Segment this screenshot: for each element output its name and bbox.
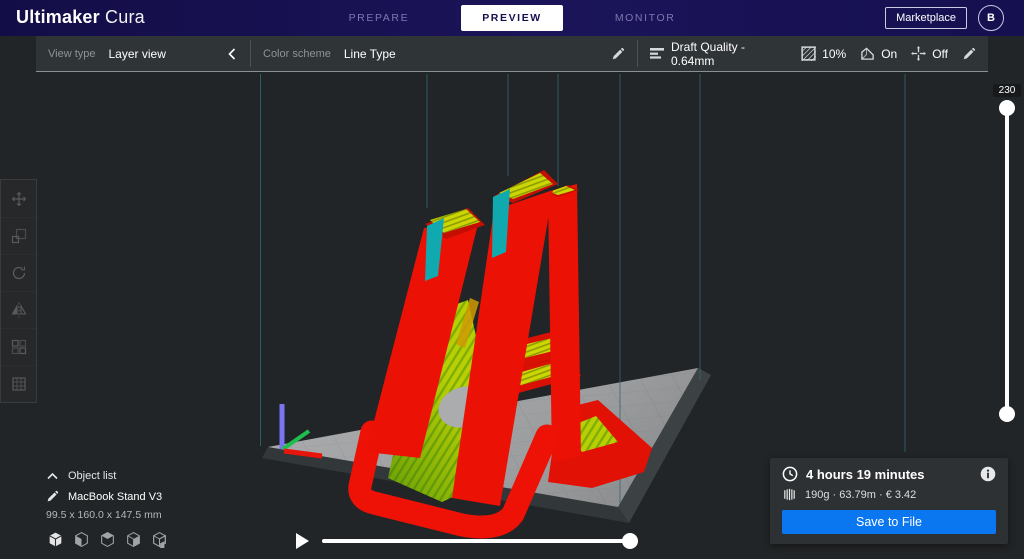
secondary-toolbar: View type Layer view Color scheme Line T…	[36, 36, 988, 72]
header-bar: Ultimaker Cura PREPARE PREVIEW MONITOR M…	[0, 0, 1024, 36]
view-left-icon[interactable]	[125, 531, 142, 548]
chevron-up-icon	[46, 471, 59, 481]
print-summary-panel: 4 hours 19 minutes 190g · 63.79m · € 3.4…	[770, 458, 1008, 544]
simulation-timeline	[296, 533, 630, 549]
infill-value: 10%	[822, 47, 846, 61]
tool-move[interactable]	[1, 180, 36, 217]
adhesion-icon	[911, 46, 926, 61]
object-panel: Object list MacBook Stand V3 99.5 x 160.…	[46, 465, 162, 521]
tab-prepare[interactable]: PREPARE	[335, 5, 424, 31]
chevron-left-icon[interactable]	[226, 47, 238, 61]
account-avatar[interactable]: B	[978, 5, 1004, 31]
profile-layers-icon	[650, 47, 665, 60]
material-estimate: 190g · 63.79m · € 3.42	[805, 489, 916, 501]
tool-support-blocker[interactable]	[1, 365, 36, 402]
profile-chip: Draft Quality - 0.64mm	[650, 40, 788, 68]
print-setup-summary[interactable]: Draft Quality - 0.64mm 10%	[638, 36, 988, 71]
object-name-row[interactable]: MacBook Stand V3	[46, 486, 162, 507]
view-type-label: View type	[48, 48, 96, 60]
tool-scale[interactable]	[1, 217, 36, 254]
adhesion-value: Off	[932, 47, 948, 61]
timeline-track[interactable]	[322, 539, 630, 543]
adhesion-chip: Off	[911, 46, 948, 61]
clock-icon	[782, 466, 798, 482]
print-time-estimate: 4 hours 19 minutes	[806, 467, 924, 482]
infill-icon	[801, 46, 816, 61]
color-scheme-label: Color scheme	[263, 48, 331, 60]
view-top-icon[interactable]	[99, 531, 116, 548]
view-right-icon[interactable]	[151, 531, 168, 548]
tool-per-model-settings[interactable]	[1, 328, 36, 365]
layer-slider-value: 230	[993, 84, 1021, 97]
layer-slider-lower-handle[interactable]	[999, 406, 1015, 422]
color-scheme-value: Line Type	[344, 47, 396, 61]
info-icon[interactable]	[980, 466, 996, 482]
save-to-file-button[interactable]: Save to File	[782, 510, 996, 534]
profile-value: Draft Quality - 0.64mm	[671, 40, 788, 68]
edit-pencil-icon[interactable]	[962, 47, 976, 61]
marketplace-button[interactable]: Marketplace	[885, 7, 967, 29]
object-list-toggle[interactable]: Object list	[46, 465, 162, 486]
support-value: On	[881, 47, 897, 61]
layer-slider-track[interactable]	[1005, 102, 1009, 414]
layer-slider: 230	[990, 84, 1024, 414]
infill-chip: 10%	[801, 46, 846, 61]
play-button[interactable]	[296, 533, 309, 549]
cura-window: Ender	[0, 0, 1024, 559]
rename-pencil-icon	[46, 490, 59, 503]
tool-mirror[interactable]	[1, 291, 36, 328]
z-axis	[280, 404, 285, 449]
camera-view-buttons	[47, 531, 168, 548]
support-icon	[860, 46, 875, 61]
tool-sidebar	[0, 179, 37, 403]
view-type-value: Layer view	[109, 47, 166, 61]
object-name: MacBook Stand V3	[68, 491, 162, 503]
timeline-handle[interactable]	[622, 533, 638, 549]
view-3d-icon[interactable]	[47, 531, 64, 548]
tab-preview[interactable]: PREVIEW	[461, 5, 563, 31]
support-chip: On	[860, 46, 897, 61]
object-list-label: Object list	[68, 470, 116, 482]
view-type-selector[interactable]: View type Layer view	[36, 36, 250, 71]
filament-spool-icon	[782, 487, 797, 502]
tool-rotate[interactable]	[1, 254, 36, 291]
layer-slider-upper-handle[interactable]	[999, 100, 1015, 116]
stage-menu: PREPARE PREVIEW MONITOR	[0, 0, 1024, 36]
view-front-icon[interactable]	[73, 531, 90, 548]
edit-pencil-icon[interactable]	[611, 47, 625, 61]
tab-monitor[interactable]: MONITOR	[601, 5, 690, 31]
object-dimensions: 99.5 x 160.0 x 147.5 mm	[46, 509, 162, 521]
color-scheme-selector[interactable]: Color scheme Line Type	[251, 36, 637, 71]
